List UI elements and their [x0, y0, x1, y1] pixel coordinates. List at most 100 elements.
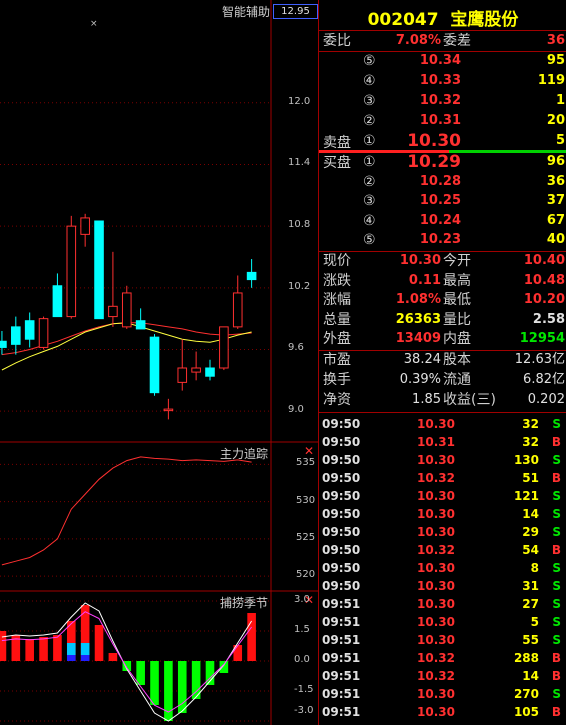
- candle[interactable]: [177, 339, 188, 391]
- tracking-tick-label: 535: [296, 457, 316, 469]
- stat-value: 12954: [519, 331, 565, 346]
- stat-label: 外盘: [323, 331, 351, 347]
- candle[interactable]: [80, 213, 90, 247]
- tick-volume: 5: [530, 615, 539, 629]
- tick-volume: 270: [513, 687, 539, 701]
- tick-side: S: [552, 507, 561, 521]
- candle-body: [80, 217, 90, 235]
- stat-label: 量比: [443, 311, 471, 328]
- candle-body: [177, 367, 188, 383]
- stat-label: 涨幅: [323, 292, 351, 308]
- tick-side: B: [551, 471, 561, 485]
- tick-time: 09:50: [322, 417, 361, 431]
- stock-title: 002047 宝鹰股份: [319, 5, 566, 30]
- tick-price: 10.32: [417, 471, 455, 485]
- ask-level: ①: [363, 133, 376, 149]
- candle[interactable]: [66, 215, 77, 319]
- candle[interactable]: [135, 308, 146, 330]
- tick-row: 09:51 10.32 14 B: [319, 667, 566, 685]
- candlesticks: [0, 213, 257, 420]
- stats-row: 总量 26363 量比 2.58: [319, 311, 566, 329]
- candle[interactable]: [11, 316, 21, 355]
- tick-row: 09:50 10.32 54 B: [319, 541, 566, 559]
- candle-body: [66, 225, 77, 318]
- candle[interactable]: [232, 275, 243, 329]
- fund-value: 38.24: [403, 352, 441, 367]
- candle-body: [149, 336, 160, 394]
- tick-side: S: [552, 525, 561, 539]
- tick-volume: 121: [513, 489, 539, 503]
- candle[interactable]: [94, 220, 104, 320]
- price-tick-label: 11.4: [288, 157, 311, 169]
- ask-price: 10.32: [419, 93, 461, 108]
- ask-row: ⑤ 10.34 95: [319, 52, 566, 70]
- tick-volume: 105: [513, 705, 539, 719]
- season-bar: [136, 661, 145, 685]
- chart-pane[interactable]: 智能辅助 12.95 × 12.0 11.4 10.8 10.2 9.6 9.0 主力追踪…: [0, 0, 318, 725]
- tick-volume: 27: [522, 597, 539, 611]
- bid-volume: 96: [546, 154, 565, 169]
- tick-row: 09:51 10.30 5 S: [319, 613, 566, 631]
- fundamental-row: 净资 1.85 收益(三) 0.202: [319, 391, 566, 409]
- candle[interactable]: [205, 359, 215, 381]
- tick-price: 10.30: [417, 489, 455, 503]
- tick-row: 09:50 10.31 32 B: [319, 433, 566, 451]
- candle-body: [135, 320, 146, 330]
- tick-time: 09:51: [322, 651, 361, 665]
- candle[interactable]: [0, 330, 7, 355]
- ask-row: ① 10.30 5: [319, 132, 566, 150]
- tick-row: 09:51 10.30 270 S: [319, 685, 566, 703]
- ratio-row: 委比 7.08% 委差 36: [319, 32, 566, 50]
- bid-row: ② 10.28 36: [319, 173, 566, 191]
- tick-price: 10.30: [417, 705, 455, 719]
- tick-volume: 32: [522, 435, 539, 449]
- candle-body: [205, 367, 215, 377]
- ask-volume: 119: [537, 73, 565, 88]
- tick-side: B: [551, 435, 561, 449]
- candle[interactable]: [246, 259, 257, 288]
- ask-volume: 5: [555, 133, 565, 148]
- candle[interactable]: [38, 316, 49, 350]
- tick-time: 09:51: [322, 633, 361, 647]
- bid-level: ⑤: [363, 232, 376, 248]
- tick-time: 09:50: [322, 543, 361, 557]
- season-tick-label: -1.5: [294, 684, 314, 695]
- wc-label: 委差: [443, 33, 471, 49]
- candle[interactable]: [219, 326, 229, 371]
- wb-value: 7.08%: [395, 33, 441, 48]
- candle[interactable]: [52, 273, 63, 318]
- fund-value: 0.39%: [399, 372, 441, 387]
- kline-chart-svg[interactable]: [0, 0, 318, 725]
- price-box: 12.95: [273, 4, 318, 19]
- tick-time: 09:50: [322, 561, 361, 575]
- tick-row: 09:51 10.30 27 S: [319, 595, 566, 613]
- tick-row: 09:50 10.30 14 S: [319, 505, 566, 523]
- ask-volume: 1: [555, 93, 565, 108]
- candle[interactable]: [24, 312, 35, 348]
- tick-side: S: [552, 615, 561, 629]
- ask-row: ③ 10.32 1: [319, 92, 566, 110]
- candle[interactable]: [191, 351, 201, 381]
- candle[interactable]: [149, 334, 160, 396]
- sell-label: 卖盘: [323, 135, 351, 151]
- tick-volume: 130: [513, 453, 539, 467]
- stat-label: 现价: [323, 253, 351, 269]
- fund-label: 市盈: [323, 352, 351, 368]
- tick-time: 09:51: [322, 597, 361, 611]
- close-tracking-icon[interactable]: ✕: [304, 444, 314, 458]
- ask-level: ③: [363, 93, 376, 109]
- candle[interactable]: [108, 251, 118, 327]
- tick-volume: 8: [530, 561, 539, 575]
- tick-time: 09:51: [322, 687, 361, 701]
- season-bar: [94, 625, 104, 661]
- fundamental-row: 市盈 38.24 股本 12.63亿: [319, 351, 566, 369]
- tick-time: 09:50: [322, 435, 361, 449]
- candle[interactable]: [121, 285, 132, 329]
- candle-body: [38, 318, 49, 348]
- quote-panel: 002047 宝鹰股份 委比 7.08% 委差 36 ⑤ 10.34 95 ④ 10.3…: [318, 0, 566, 725]
- tick-time: 09:51: [322, 615, 361, 629]
- candle-body: [191, 367, 201, 373]
- candle[interactable]: [163, 398, 174, 420]
- season-bars-group: [0, 602, 256, 722]
- season-bar-accent: [66, 643, 76, 655]
